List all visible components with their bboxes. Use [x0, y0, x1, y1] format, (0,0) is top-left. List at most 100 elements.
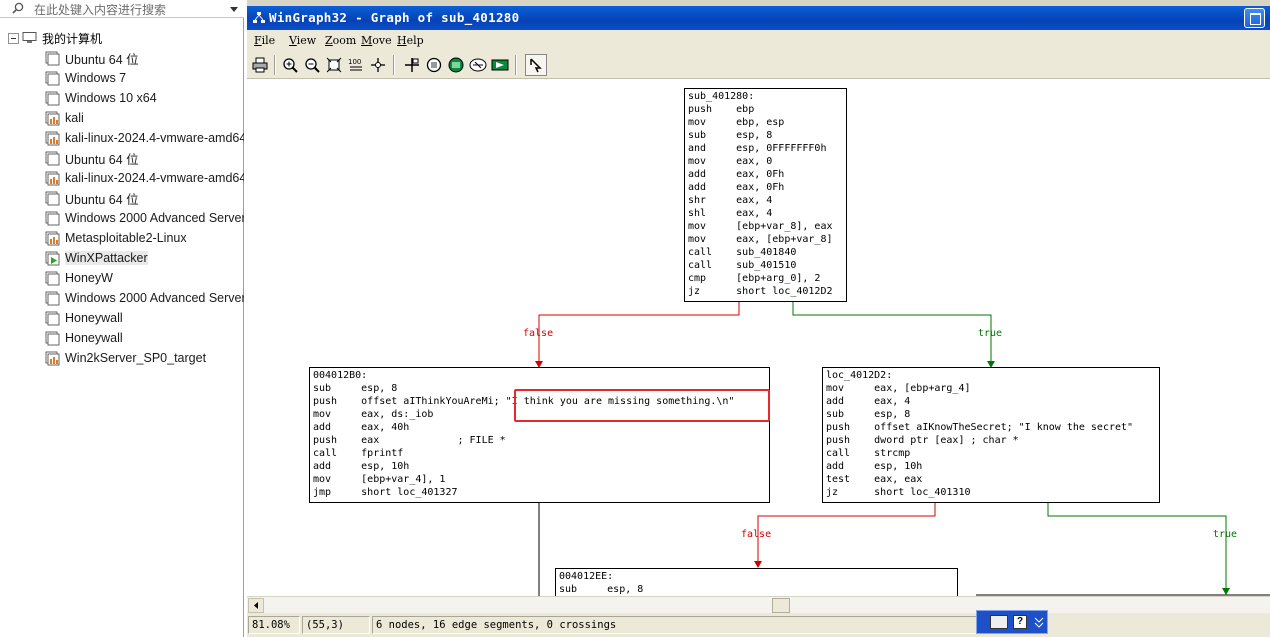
overview-icon — [426, 57, 442, 73]
vm-label: Metasploitable2-Linux — [65, 231, 187, 245]
fit-window-icon — [326, 57, 342, 73]
cursor-icon — [530, 58, 542, 73]
zoom-in-button[interactable] — [279, 54, 301, 76]
vm-list-item[interactable]: Windows 2000 Advanced Server — [44, 208, 244, 228]
scrollbar-thumb[interactable] — [772, 598, 790, 613]
asm-line: call sub_401840 — [688, 247, 797, 258]
vm-list-item[interactable]: Honeywall — [44, 308, 244, 328]
vm-list-item[interactable]: Ubuntu 64 位 — [44, 48, 244, 68]
center-button[interactable] — [367, 54, 389, 76]
edge-false-lower — [757, 503, 936, 567]
layout-button[interactable] — [401, 54, 423, 76]
vm-off-icon — [44, 70, 60, 86]
vm-label: HoneyW — [65, 271, 113, 285]
scroll-left-button[interactable] — [248, 598, 264, 613]
asm-line: shl eax, 4 — [688, 208, 773, 219]
print-button[interactable] — [249, 54, 271, 76]
vm-list-item[interactable]: kali — [44, 108, 244, 128]
vm-library-panel: 在此处键入内容进行搜索 我的计算机 Ubuntu 64 位 Windows 7 Wi… — [0, 0, 244, 637]
tree-root-my-computer[interactable]: 我的计算机 — [8, 28, 102, 48]
asm-line: jmp short loc_401327 — [313, 487, 458, 498]
menu-view[interactable]: View — [289, 34, 316, 47]
menu-move[interactable]: Move — [361, 34, 392, 47]
vm-label: Ubuntu 64 位 — [65, 192, 139, 207]
asm-line: call strcmp — [826, 448, 911, 459]
graph-node-loc-4012d2[interactable]: loc_4012D2: mov eax, [ebp+arg_4] add eax, … — [822, 367, 1160, 503]
vm-off-icon — [44, 290, 60, 306]
search-placeholder[interactable]: 在此处键入内容进行搜索 — [34, 1, 166, 18]
vm-label: Honeywall — [65, 331, 123, 345]
vm-list-item[interactable]: Metasploitable2-Linux — [44, 228, 244, 248]
vm-label: Windows 2000 Advanced Server — [65, 211, 244, 225]
asm-line: push ebp — [688, 104, 755, 115]
maximize-button[interactable] — [1244, 8, 1265, 28]
collapse-icon[interactable] — [8, 32, 19, 44]
edge-true-right — [792, 302, 992, 367]
vm-shared-icon — [44, 230, 60, 246]
asm-line: push offset aIKnowTheSecret; "I know the… — [826, 422, 1134, 433]
wingraph-app-icon — [253, 12, 265, 23]
color-button[interactable] — [445, 54, 467, 76]
asm-line: add esp, 10h — [826, 461, 923, 472]
graph-node-sub-401280[interactable]: sub_401280:push ebp mov ebp, esp sub esp, … — [684, 88, 847, 302]
keyboard-icon[interactable] — [990, 615, 1008, 629]
cursor-button[interactable] — [525, 54, 547, 76]
menu-zoom[interactable]: Zoom — [325, 34, 356, 47]
vm-list-item[interactable]: Windows 2000 Advanced Server — [44, 288, 244, 308]
language-bar[interactable]: ? — [976, 610, 1048, 634]
vm-label: Windows 2000 Advanced Server — [65, 291, 244, 305]
vm-list-item[interactable]: Ubuntu 64 位 — [44, 188, 244, 208]
vm-off-icon — [44, 310, 60, 326]
help-icon[interactable]: ? — [1013, 615, 1027, 629]
vm-label: kali-linux-2024.4-vmware-amd64 — [65, 131, 244, 145]
chevron-down-icon[interactable] — [227, 2, 241, 16]
library-search[interactable]: 在此处键入内容进行搜索 — [0, 0, 244, 18]
fit-window-button[interactable] — [323, 54, 345, 76]
vm-list-item[interactable]: kali-linux-2024.4-vmware-amd64 — [44, 168, 244, 188]
edge-label-false: false — [523, 328, 554, 339]
asm-line: sub_401280: — [688, 91, 755, 102]
search-icon — [12, 2, 24, 14]
asm-line: add eax, 40h — [313, 422, 410, 433]
zoom-out-icon — [305, 58, 320, 73]
vm-off-icon — [44, 270, 60, 286]
vm-list-item[interactable]: WinXPattacker — [44, 248, 244, 268]
status-graph-info: 6 nodes, 16 edge segments, 0 crossings — [372, 616, 977, 634]
zoom-out-button[interactable] — [301, 54, 323, 76]
options-button[interactable] — [467, 54, 489, 76]
toolbar-separator — [393, 55, 395, 75]
toolbar-separator — [515, 55, 517, 75]
vm-list-item[interactable]: Ubuntu 64 位 — [44, 148, 244, 168]
zoom-100-button[interactable]: 100 — [345, 54, 367, 76]
graph-canvas[interactable]: false true false true sub_401280: push eb… — [247, 79, 1270, 596]
graph-node-004012b0[interactable]: 004012B0: sub esp, 8 push offset aIThinkYo… — [309, 367, 770, 503]
vm-label: WinXPattacker — [65, 251, 148, 265]
run-button[interactable] — [489, 54, 511, 76]
menu-help[interactable]: Help — [397, 34, 424, 47]
overview-button[interactable] — [423, 54, 445, 76]
window-title: WinGraph32 - Graph of sub_401280 — [269, 10, 520, 25]
vm-list-item[interactable]: HoneyW — [44, 268, 244, 288]
wingraph-window: WinGraph32 - Graph of sub_401280 File Vi… — [247, 0, 1270, 637]
options-arrow-icon[interactable] — [1033, 615, 1045, 629]
menu-file[interactable]: File — [254, 34, 275, 47]
vm-list-item[interactable]: kali-linux-2024.4-vmware-amd64 — [44, 128, 244, 148]
vm-list-item[interactable]: Windows 10 x64 — [44, 88, 244, 108]
tree-root-label: 我的计算机 — [42, 31, 103, 46]
title-bar[interactable]: WinGraph32 - Graph of sub_401280 — [247, 6, 1270, 30]
print-icon — [252, 57, 268, 73]
vm-label: Windows 7 — [65, 71, 127, 85]
vm-list-item[interactable]: Honeywall — [44, 328, 244, 348]
menu-bar: File View Zoom Move Help — [247, 31, 1270, 51]
graph-node-004012ee[interactable]: 004012EE: sub esp, 8 — [555, 568, 958, 596]
asm-line: add eax, 0Fh — [688, 169, 785, 180]
vm-shared-icon — [44, 170, 60, 186]
vm-list-item[interactable]: Windows 7 — [44, 68, 244, 88]
asm-line: mov ebp, esp — [688, 117, 785, 128]
asm-line: sub esp, 8 — [688, 130, 773, 141]
vm-shared-icon — [44, 110, 60, 126]
vm-list-item[interactable]: Win2kServer_SP0_target — [44, 348, 244, 368]
zoom-in-icon — [283, 58, 298, 73]
horizontal-scrollbar[interactable] — [247, 596, 1270, 613]
color-icon — [448, 57, 464, 73]
